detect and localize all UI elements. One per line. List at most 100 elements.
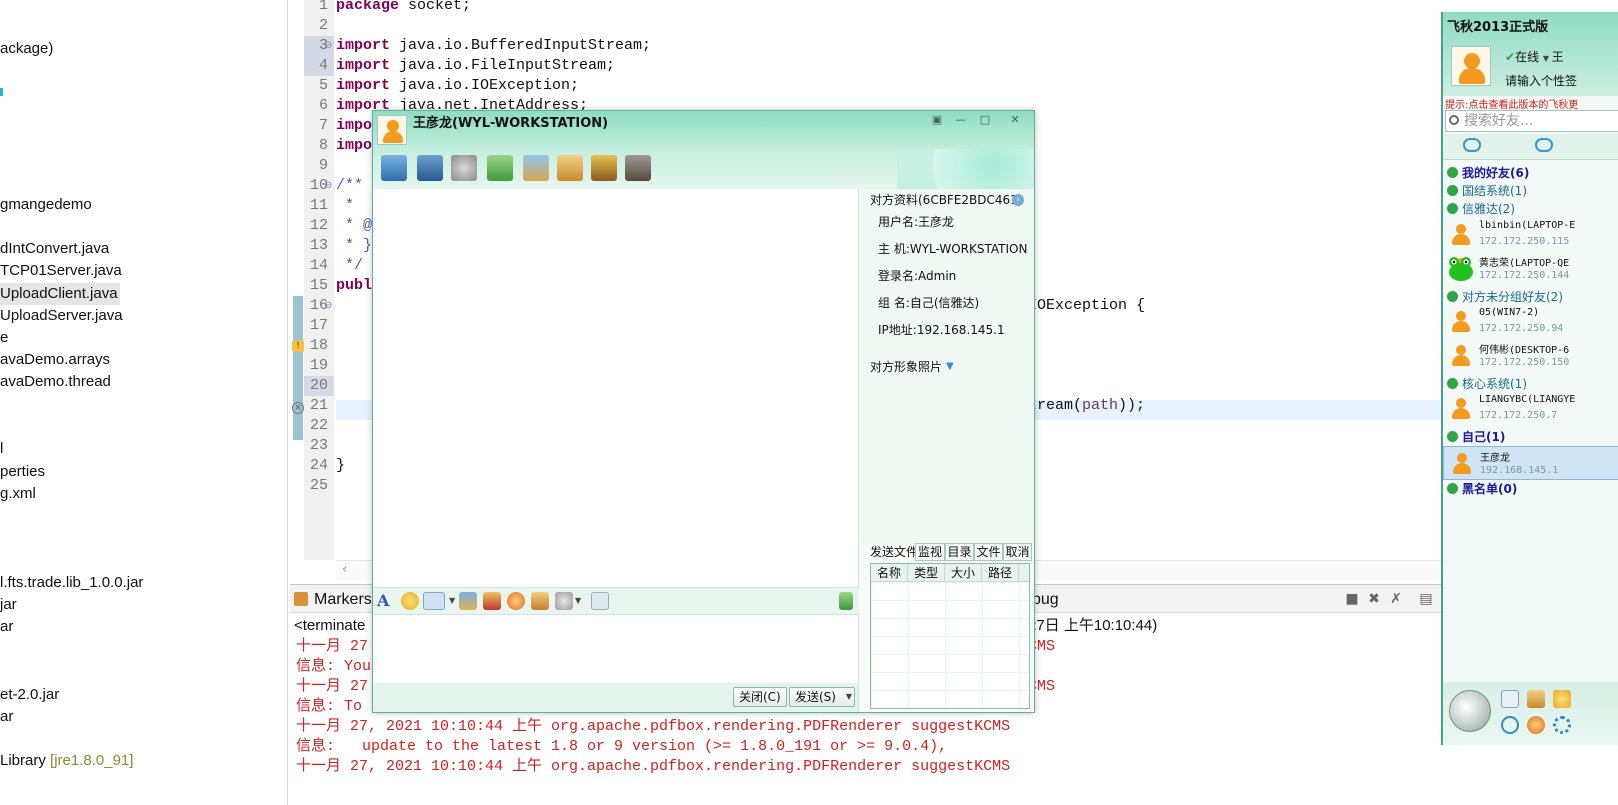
screenshot-dropdown-icon[interactable]: ▼ bbox=[449, 592, 457, 610]
tab-markers[interactable]: Markers bbox=[294, 589, 372, 611]
friend-group[interactable]: 自己(1) bbox=[1447, 428, 1505, 446]
code-line[interactable]: impo bbox=[336, 136, 372, 156]
clipboard-icon[interactable] bbox=[531, 592, 549, 610]
column-type[interactable]: 类型 bbox=[908, 564, 945, 582]
shake-icon[interactable] bbox=[555, 592, 573, 610]
lock-icon[interactable] bbox=[839, 592, 853, 610]
code-line[interactable]: /** bbox=[336, 176, 363, 196]
fold-toggle-icon[interactable]: ⊖ bbox=[324, 176, 334, 196]
tree-item[interactable]: TCP01Server.java bbox=[0, 260, 122, 282]
friend-item[interactable]: 何伟彬(DESKTOP-6 172.172.250.150 bbox=[1443, 339, 1618, 373]
friend-item[interactable]: 05(WIN7-2) 172.172.250.94 bbox=[1443, 305, 1618, 339]
tree-item-jre-library[interactable]: Library [jre1.8.0_91] bbox=[0, 750, 133, 772]
tree-item[interactable]: perties bbox=[0, 461, 45, 483]
message-input[interactable] bbox=[373, 615, 859, 683]
font-icon[interactable]: A bbox=[377, 592, 395, 610]
tab-monitor[interactable]: 监视 bbox=[915, 543, 945, 561]
stop-icon[interactable]: ■ bbox=[1344, 591, 1360, 607]
history-icon[interactable] bbox=[591, 592, 609, 610]
friend-group[interactable]: 我的好友(6) bbox=[1447, 164, 1529, 182]
remove-all-icon[interactable]: ✗ bbox=[1388, 591, 1404, 607]
scroll-left-arrow-icon[interactable]: ‹ bbox=[342, 561, 347, 579]
friend-item[interactable]: LIANGYBC(LIANGYE 172.172.250.7 bbox=[1443, 392, 1618, 426]
pin-icon[interactable]: ▣ bbox=[927, 113, 947, 129]
tree-item[interactable]: gmangedemo bbox=[0, 194, 92, 216]
code-line[interactable]: import java.io.IOException; bbox=[336, 76, 579, 96]
photo-label[interactable]: 对方形象照片 bbox=[870, 358, 942, 376]
scribble-icon[interactable] bbox=[483, 592, 501, 610]
file-transfer-table[interactable]: 名称 类型 大小 路径 bbox=[870, 563, 1030, 709]
tab-cancel[interactable]: 取消 bbox=[1003, 543, 1032, 561]
tree-item[interactable]: l bbox=[0, 438, 3, 460]
home-icon[interactable] bbox=[625, 155, 651, 181]
app-icon[interactable] bbox=[1553, 690, 1571, 708]
screen-share-icon[interactable] bbox=[417, 155, 443, 181]
signature-input[interactable]: 请输入个性签 bbox=[1505, 72, 1577, 89]
tree-item[interactable]: dIntConvert.java bbox=[0, 238, 109, 260]
tree-item[interactable]: g.xml bbox=[0, 483, 36, 505]
code-line[interactable]: */ bbox=[336, 256, 363, 276]
status-selector[interactable]: ✔在线 ▼ 王 bbox=[1505, 48, 1564, 65]
code-line[interactable]: * } bbox=[336, 236, 372, 256]
column-size[interactable]: 大小 bbox=[945, 564, 982, 582]
error-icon[interactable]: × bbox=[292, 402, 304, 414]
message-history[interactable] bbox=[373, 189, 859, 587]
info-expand-icon[interactable]: › bbox=[1012, 194, 1024, 206]
folder-icon[interactable] bbox=[1527, 690, 1545, 708]
column-path[interactable]: 路径 bbox=[982, 564, 1019, 582]
code-line[interactable]: * @ bbox=[336, 216, 372, 236]
fold-toggle-icon[interactable]: ⊖ bbox=[324, 296, 334, 316]
close-icon[interactable]: ✕ bbox=[1005, 113, 1025, 129]
my-avatar[interactable] bbox=[1451, 46, 1491, 86]
tree-item[interactable]: ackage) bbox=[0, 38, 53, 60]
tree-item[interactable]: jar bbox=[0, 594, 17, 616]
calendar-icon[interactable] bbox=[1501, 690, 1519, 708]
tree-item[interactable]: e bbox=[0, 327, 8, 349]
tab-chat-icon[interactable] bbox=[1463, 138, 1481, 152]
send-file-icon[interactable] bbox=[487, 155, 513, 181]
feiq-main-panel[interactable]: 飞秋2013正式版 ✔在线 ▼ 王 请输入个性签 提示:点击查看此版本的飞秋更 … bbox=[1441, 12, 1618, 745]
chat-window[interactable]: 王彦龙(WYL-WORKSTATION) ▣ — □ ✕ A ▼ ▼ 关闭(C)… bbox=[372, 110, 1035, 713]
contact-avatar[interactable] bbox=[377, 115, 407, 145]
shared-folder-icon[interactable] bbox=[557, 155, 583, 181]
code-line[interactable]: impo bbox=[336, 116, 372, 136]
friend-group[interactable]: 信雅达(2) bbox=[1447, 200, 1515, 218]
shake-dropdown-icon[interactable]: ▼ bbox=[575, 592, 583, 610]
fold-toggle-icon[interactable]: ⊖ bbox=[324, 36, 334, 56]
tree-item[interactable]: avaDemo.thread bbox=[0, 371, 111, 393]
tab-group-chat-icon[interactable] bbox=[1535, 138, 1553, 152]
magic-emoji-icon[interactable] bbox=[507, 592, 525, 610]
friend-group[interactable]: 对方未分组好友(2) bbox=[1447, 288, 1563, 306]
code-line[interactable]: publ bbox=[336, 276, 372, 296]
friend-item[interactable]: 王彦龙 192.168.145.1 bbox=[1443, 446, 1618, 480]
column-name[interactable]: 名称 bbox=[871, 564, 908, 582]
friend-search-input[interactable]: 搜索好友... bbox=[1445, 110, 1618, 132]
friend-group[interactable]: 核心系统(1) bbox=[1447, 375, 1527, 393]
tree-item[interactable]: avaDemo.arrays bbox=[0, 349, 110, 371]
update-notice[interactable]: 提示:点击查看此版本的飞秋更 bbox=[1445, 96, 1578, 111]
refresh-icon[interactable] bbox=[1501, 716, 1519, 734]
send-folder-icon[interactable] bbox=[523, 155, 549, 181]
settings-gear-icon[interactable] bbox=[1553, 716, 1571, 734]
tree-item[interactable]: et-2.0.jar bbox=[0, 684, 59, 706]
warning-icon[interactable]: ! bbox=[292, 340, 304, 352]
remote-assist-icon[interactable] bbox=[381, 155, 407, 181]
feiq-logo[interactable] bbox=[1449, 690, 1491, 732]
tab-debug[interactable]: bug bbox=[1032, 589, 1059, 611]
send-button[interactable]: 发送(S) ▼ bbox=[789, 687, 855, 707]
code-line[interactable]: IOException { bbox=[1028, 296, 1145, 316]
friend-item[interactable]: lbinbin(LAPTOP-E 172.172.250.115 bbox=[1443, 218, 1618, 252]
microphone-icon[interactable] bbox=[451, 155, 477, 181]
tree-item[interactable]: l.fts.trade.lib_1.0.0.jar bbox=[0, 572, 143, 594]
code-line[interactable]: import java.io.FileInputStream; bbox=[336, 56, 615, 76]
minimize-icon[interactable]: — bbox=[951, 113, 971, 129]
friend-group[interactable]: 黑名单(0) bbox=[1447, 480, 1517, 498]
code-line[interactable]: tream(path)); bbox=[1028, 396, 1145, 416]
screenshot-icon[interactable] bbox=[423, 592, 445, 610]
code-line[interactable]: import java.io.BufferedInputStream; bbox=[336, 36, 651, 56]
photo-expand-icon[interactable]: ▼ bbox=[946, 358, 954, 376]
code-line[interactable]: package socket; bbox=[336, 0, 471, 16]
maximize-icon[interactable]: □ bbox=[975, 113, 995, 129]
remove-launch-icon[interactable]: ✖ bbox=[1366, 591, 1382, 607]
tree-item-selected[interactable]: UploadClient.java bbox=[0, 283, 120, 305]
